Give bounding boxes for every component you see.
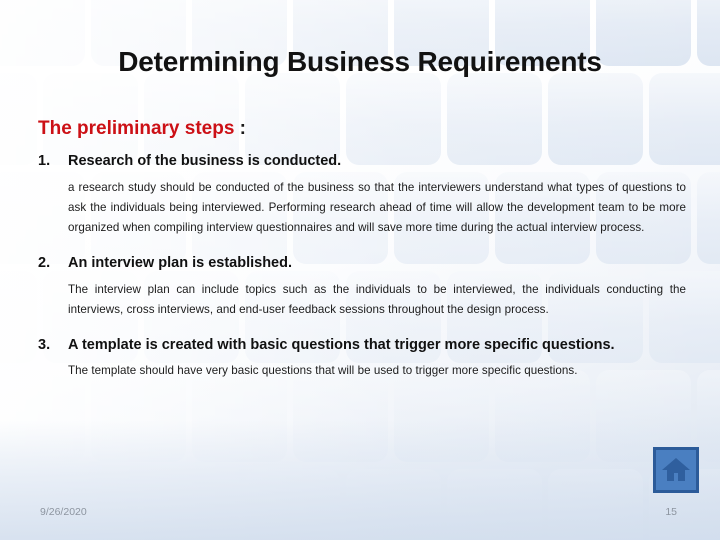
section-heading-text: The preliminary steps <box>38 118 235 139</box>
background-tile <box>144 469 239 540</box>
home-icon <box>661 456 691 484</box>
list-item-heading: 3. A template is created with basic ques… <box>38 336 686 355</box>
slide-title: Determining Business Requirements <box>118 46 602 77</box>
background-tile <box>697 172 720 264</box>
list-item-body: The template should have very basic ques… <box>68 364 578 378</box>
list-item-body: a research study should be conducted of … <box>68 181 686 234</box>
list-item-title: Research of the business is conducted. <box>68 152 342 169</box>
list-item: 1. Research of the business is conducted… <box>38 152 686 238</box>
background-tile <box>697 370 720 462</box>
footer-page-number: 15 <box>665 506 677 518</box>
list-item-body: The interview plan can include topics su… <box>68 283 686 317</box>
list-item-title: An interview plan is established. <box>68 254 293 271</box>
list-item-heading: 2. An interview plan is established. <box>38 254 686 273</box>
footer-date: 9/26/2020 <box>40 506 87 518</box>
list-item-number: 3. <box>38 337 51 354</box>
section-heading-colon: : <box>234 118 247 139</box>
list-item: 2. An interview plan is established. The… <box>38 254 686 320</box>
background-tile <box>447 469 542 540</box>
background-tile <box>245 469 340 540</box>
list-item: 3. A template is created with basic ques… <box>38 336 686 381</box>
list-item-number: 2. <box>38 254 51 271</box>
home-button[interactable] <box>653 447 699 493</box>
background-tile <box>548 469 643 540</box>
background-tile <box>346 469 441 540</box>
slide-content: The preliminary steps : 1. Research of t… <box>38 118 686 384</box>
background-tile <box>0 271 37 363</box>
section-heading: The preliminary steps : <box>38 118 686 141</box>
background-bottom-band <box>0 420 720 540</box>
slide-canvas: Determining Business Requirements The pr… <box>0 0 720 540</box>
background-tile <box>43 469 138 540</box>
background-tile <box>0 469 37 540</box>
list-item-title: A template is created with basic questio… <box>68 337 615 354</box>
list-item-heading: 1. Research of the business is conducted… <box>38 152 686 171</box>
background-tile <box>0 73 37 165</box>
list-item-number: 1. <box>38 152 51 169</box>
